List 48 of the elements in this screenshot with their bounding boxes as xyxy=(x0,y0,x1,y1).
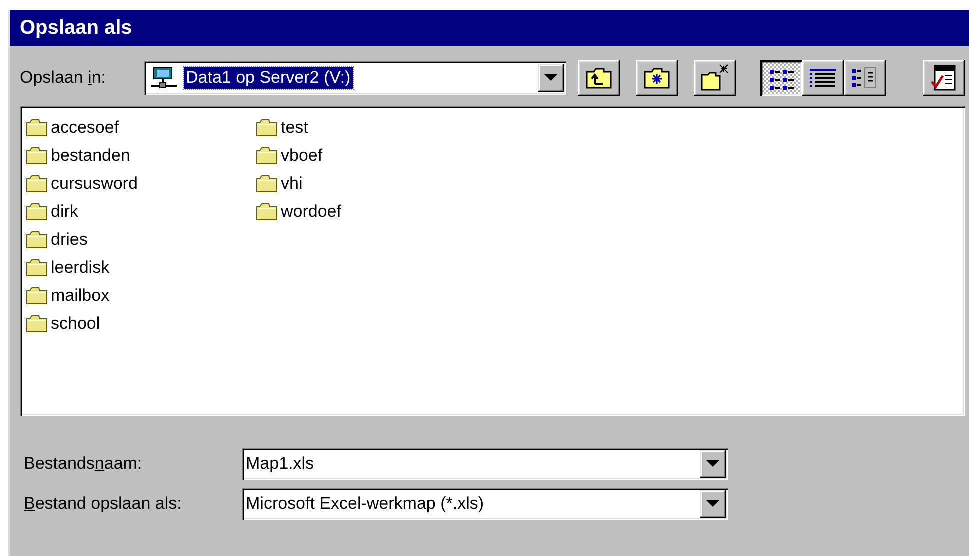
folder-name[interactable]: wordoef xyxy=(281,202,342,222)
view-button[interactable] xyxy=(844,60,886,96)
folder-icon xyxy=(26,259,48,277)
folder-icon xyxy=(256,119,278,137)
dropdown-button[interactable] xyxy=(700,490,726,518)
folder-icon xyxy=(256,203,278,221)
view-button[interactable] xyxy=(802,60,844,96)
network-drive-icon xyxy=(150,67,178,89)
folder-icon xyxy=(256,175,278,193)
folder-name[interactable]: vboef xyxy=(281,146,323,166)
save-in-dropdown[interactable]: Data1 op Server2 (V:) xyxy=(144,61,566,95)
window-title: Opslaan als xyxy=(20,16,132,40)
folder-name[interactable]: bestanden xyxy=(51,146,130,166)
folder-name[interactable]: school xyxy=(51,314,100,334)
file-type-dropdown[interactable]: Microsoft Excel-werkmap (*.xls) xyxy=(242,488,728,520)
file-name-field[interactable]: Map1.xls xyxy=(242,448,728,480)
caret-icon xyxy=(706,500,720,508)
caret-icon xyxy=(544,74,558,82)
save-in-label: Opslaan in: xyxy=(20,68,106,87)
folder-name[interactable]: accesoef xyxy=(51,118,120,138)
folder-icon xyxy=(26,231,48,249)
dropdown-button[interactable] xyxy=(700,450,726,478)
toolbar-button[interactable] xyxy=(636,60,678,96)
folder-name[interactable]: mailbox xyxy=(51,286,110,306)
folder-name[interactable]: dirk xyxy=(51,202,78,222)
folder-name[interactable]: cursusword xyxy=(51,174,138,194)
document-check-icon xyxy=(929,64,959,92)
folder-name[interactable]: vhi xyxy=(281,174,303,194)
file-type-label: Bestand opslaan als: xyxy=(24,494,182,513)
folder-name[interactable]: test xyxy=(281,118,308,138)
folder-icon xyxy=(26,203,48,221)
folder-icon xyxy=(26,119,48,137)
new-folder-icon xyxy=(700,64,730,92)
folder-icon xyxy=(26,287,48,305)
caret-icon xyxy=(706,460,720,468)
folder-icon xyxy=(256,147,278,165)
folder-icon xyxy=(26,175,48,193)
file-name-label: Bestandsnaam: xyxy=(24,454,142,473)
folder-icon xyxy=(26,147,48,165)
tools-button[interactable] xyxy=(923,60,965,96)
toolbar-button[interactable] xyxy=(694,60,736,96)
selected-location-text: Data1 op Server2 (V:) xyxy=(184,67,353,89)
dropdown-button[interactable] xyxy=(538,64,564,92)
folder-icon xyxy=(26,315,48,333)
view-button[interactable] xyxy=(760,60,802,96)
folder-name[interactable]: leerdisk xyxy=(51,258,110,278)
toolbar-button[interactable] xyxy=(578,60,620,96)
folder-name[interactable]: dries xyxy=(51,230,88,250)
